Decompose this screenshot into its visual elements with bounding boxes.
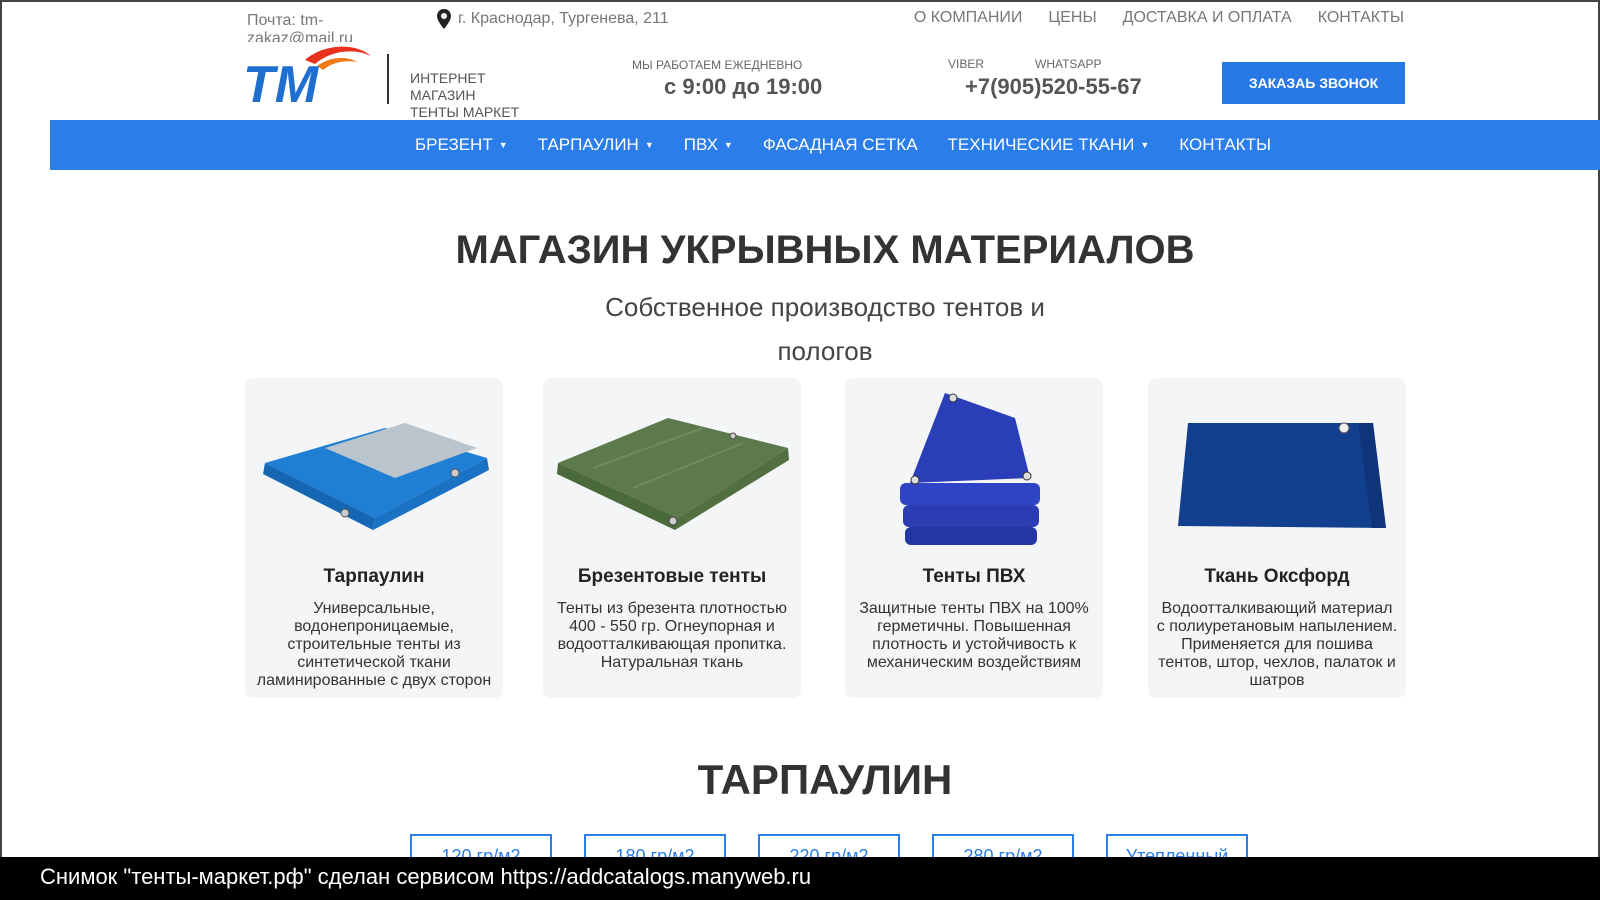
- address: г. Краснодар, Тургенева, 211: [436, 9, 669, 29]
- nav-item-label: ТАРПАУЛИН: [537, 135, 639, 154]
- top-nav: О КОМПАНИИ ЦЕНЫ ДОСТАВКА И ОПЛАТА КОНТАК…: [914, 9, 1404, 27]
- nav-item-tarpaulin[interactable]: ТАРПАУЛИН ▼: [538, 135, 654, 155]
- card-title: Ткань Оксфорд: [1204, 566, 1350, 587]
- logo-divider: [387, 54, 389, 104]
- brand-line: МАГАЗИН: [410, 87, 476, 103]
- caret-down-icon: ▼: [723, 140, 733, 150]
- main-nav: БРЕЗЕНТ ▼ ТАРПАУЛИН ▼ ПВХ ▼ ФАСАДНАЯ СЕТКА …: [50, 120, 1600, 170]
- hours-label: МЫ РАБОТАЕМ ЕЖЕДНЕВНО: [632, 58, 803, 72]
- page-title: МАГАЗИН УКРЫВНЫХ МАТЕРИАЛОВ: [455, 228, 1195, 272]
- card-description: Универсальные, водонепроницаемые, строит…: [256, 600, 492, 689]
- topnav-prices[interactable]: ЦЕНЫ: [1048, 9, 1096, 27]
- product-card-pvc[interactable]: Тенты ПВХ Защитные тенты ПВХ на 100% гер…: [845, 378, 1103, 698]
- brand-line: ИНТЕРНЕТ: [410, 70, 486, 86]
- card-description: Защитные тенты ПВХ на 100% герметичны. П…: [859, 600, 1089, 671]
- green-canvas-image: [557, 418, 789, 530]
- card-title: Брезентовые тенты: [577, 566, 767, 587]
- card-title: Тенты ПВХ: [922, 566, 1026, 587]
- phone-number[interactable]: +7(905)520-55-67: [965, 74, 1142, 100]
- whatsapp-link[interactable]: WHATSAPP: [1035, 57, 1101, 71]
- section-title: ТАРПАУЛИН: [697, 756, 953, 803]
- brand-line: ТЕНТЫ МАРКЕТ: [410, 104, 520, 120]
- nav-item-facade-mesh[interactable]: ФАСАДНАЯ СЕТКА: [763, 135, 918, 155]
- brand-text: ИНТЕРНЕТ МАГАЗИН ТЕНТЫ МАРКЕТ: [410, 70, 519, 121]
- topnav-delivery[interactable]: ДОСТАВКА И ОПЛАТА: [1123, 9, 1292, 27]
- nav-item-contacts[interactable]: КОНТАКТЫ: [1179, 135, 1271, 155]
- snapshot-caption: Снимок "тенты-маркет.рф" сделан сервисом…: [0, 857, 1600, 900]
- nav-item-label: БРЕЗЕНТ: [414, 135, 493, 154]
- email-contact[interactable]: Почта: tm-zakaz@mail.ru: [247, 12, 367, 42]
- nav-item-label: ТЕХНИЧЕСКИЕ ТКАНИ: [947, 135, 1135, 154]
- product-card-tarpaulin[interactable]: Тарпаулин Универсальные, водонепроницаем…: [245, 378, 503, 698]
- nav-item-brezent[interactable]: БРЕЗЕНТ ▼: [415, 135, 508, 155]
- blue-tarp-image: [263, 423, 489, 530]
- oxford-fabric-image: [1178, 422, 1386, 528]
- card-title: Тарпаулин: [323, 566, 425, 587]
- nav-item-label: ПВХ: [683, 135, 718, 154]
- caret-down-icon: ▼: [644, 140, 654, 150]
- page-subtitle: Собственное производство тентов и полого…: [605, 292, 1045, 366]
- caret-down-icon: ▼: [498, 140, 508, 150]
- card-description: Водоотталкивающий материал с полиуретано…: [1156, 600, 1398, 689]
- order-call-button[interactable]: ЗАКАЗАЬ ЗВОНОК: [1222, 62, 1405, 104]
- viber-link[interactable]: VIBER: [948, 57, 984, 71]
- nav-item-label: КОНТАКТЫ: [1179, 135, 1271, 154]
- svg-text:TM: TM: [243, 56, 320, 110]
- card-description: Тенты из брезента плотностью 400 - 550 г…: [556, 600, 788, 671]
- topnav-contacts[interactable]: КОНТАКТЫ: [1318, 9, 1404, 27]
- tm-logo[interactable]: TM: [243, 42, 375, 110]
- product-card-oxford[interactable]: Ткань Оксфорд Водоотталкивающий материал…: [1148, 378, 1406, 698]
- nav-item-technical-fabrics[interactable]: ТЕХНИЧЕСКИЕ ТКАНИ ▼: [948, 135, 1150, 155]
- address-text: г. Краснодар, Тургенева, 211: [458, 10, 669, 27]
- working-hours: с 9:00 до 19:00: [664, 74, 823, 99]
- nav-item-label: ФАСАДНАЯ СЕТКА: [762, 135, 918, 154]
- blue-pvc-image: [900, 393, 1040, 545]
- caret-down-icon: ▼: [1140, 140, 1150, 150]
- topnav-about[interactable]: О КОМПАНИИ: [914, 9, 1023, 27]
- nav-item-pvc[interactable]: ПВХ ▼: [684, 135, 733, 155]
- product-card-brezent[interactable]: Брезентовые тенты Тенты из брезента плот…: [543, 378, 801, 698]
- location-pin-icon: [437, 9, 451, 29]
